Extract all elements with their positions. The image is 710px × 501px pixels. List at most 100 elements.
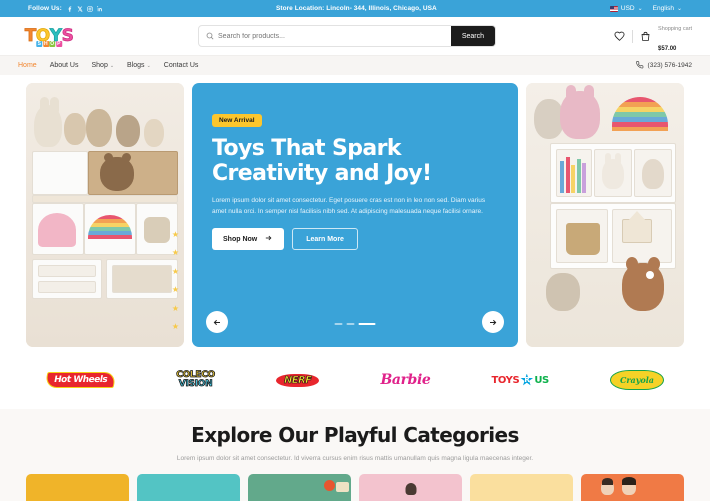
logo-sub-o: O <box>49 41 56 47</box>
cart-amount: $57.00 <box>658 46 677 52</box>
us-flag-icon <box>609 5 618 12</box>
hero-dot-3[interactable] <box>358 322 376 325</box>
nav-list: Home About Us Shop ⌄ Blogs ⌄ Contact Us <box>18 62 198 69</box>
nav-label: About Us <box>49 62 79 69</box>
hero-image-left: ★ ★ ★ ★ ★ ★ <box>26 83 184 347</box>
search-box[interactable]: Search <box>198 25 497 47</box>
hero-image-right <box>526 83 684 347</box>
star-icon: R <box>520 373 534 386</box>
language-selector[interactable]: English ⌄ <box>653 5 682 12</box>
shop-now-button[interactable]: Shop Now <box>212 228 285 251</box>
site-logo[interactable]: T O Y S S H O P <box>18 24 80 48</box>
hero-paragraph: Lorem ipsum dolor sit amet consectetur. … <box>212 196 486 215</box>
hero-next-button[interactable] <box>482 311 504 333</box>
nav-label: Home <box>18 62 37 69</box>
chevron-down-icon: ⌄ <box>676 6 682 12</box>
hero-pagination[interactable] <box>334 322 376 325</box>
brand-nerf[interactable]: NERF <box>276 367 320 393</box>
nav-item-about-us[interactable]: About Us <box>50 62 79 69</box>
toysrus-part-1: TOYS <box>491 374 520 386</box>
search-icon <box>206 27 214 45</box>
toysrus-part-3: US <box>534 374 549 386</box>
heart-icon[interactable] <box>614 31 625 42</box>
coleco-line-2: VISION <box>178 379 213 389</box>
instagram-icon[interactable] <box>87 5 93 12</box>
brand-hot-wheels[interactable]: Hot Wheels <box>44 367 117 393</box>
toysrus-part-2: R <box>524 376 530 384</box>
chevron-down-icon: ⌄ <box>146 62 151 69</box>
top-bar: Follow Us: Store Location: Lincoln- 344,… <box>0 0 710 17</box>
chevron-down-icon: ⌄ <box>109 62 115 69</box>
site-header: T O Y S S H O P Search Shopping c <box>0 17 710 55</box>
brand-toys-r-us[interactable]: TOYS R US <box>492 367 549 393</box>
hero-dot-2[interactable] <box>346 322 355 325</box>
linkedin-icon[interactable] <box>96 5 103 12</box>
follow-us-group: Follow Us: <box>10 5 103 12</box>
barbie-logo: Barbie <box>380 372 431 388</box>
shop-now-label: Shop Now <box>223 235 258 243</box>
category-card[interactable] <box>470 474 573 501</box>
category-cards-row <box>0 464 710 501</box>
brand-crayola[interactable]: Crayola <box>609 367 664 393</box>
nav-item-home[interactable]: Home <box>18 62 37 69</box>
x-twitter-icon[interactable] <box>77 6 83 12</box>
logo-subword: S H O P <box>36 41 62 47</box>
phone-number: (323) 576-1942 <box>647 62 692 69</box>
arrow-right-icon <box>264 234 273 244</box>
logo-sub-p: P <box>55 41 62 47</box>
hero-prev-button[interactable] <box>206 311 228 333</box>
hero-dot-1[interactable] <box>334 322 343 325</box>
topbar-right: USD ⌄ English ⌄ <box>609 5 700 12</box>
brand-coleco-vision[interactable]: COLECO VISION <box>176 367 216 393</box>
categories-section: Explore Our Playful Categories Lorem ips… <box>0 409 710 501</box>
follow-us-label: Follow Us: <box>28 5 62 12</box>
category-card[interactable] <box>581 474 684 501</box>
phone-icon <box>635 60 644 71</box>
cart-label: Shopping cart <box>658 26 692 32</box>
logo-letter-t: T <box>24 25 36 46</box>
header-phone[interactable]: (323) 576-1942 <box>635 60 692 71</box>
toy-shelf-illustration-right <box>526 83 684 347</box>
search-input[interactable] <box>218 32 451 40</box>
coleco-vision-logo: COLECO VISION <box>176 370 216 389</box>
currency-selector[interactable]: USD ⌄ <box>609 5 643 12</box>
logo-sub-s: S <box>36 41 43 47</box>
learn-more-button[interactable]: Learn More <box>292 228 358 251</box>
star-garland-left: ★ ★ ★ ★ ★ ★ <box>171 229 180 332</box>
logo-sub-h: H <box>42 41 49 47</box>
hero-buttons: Shop Now Learn More <box>212 228 498 251</box>
hero-badge: New Arrival <box>212 114 262 127</box>
nerf-logo: NERF <box>276 373 320 387</box>
categories-subtitle: Lorem ipsum dolor sit amet consectetur. … <box>176 455 534 462</box>
header-actions: Shopping cart $57.00 <box>614 16 692 56</box>
language-label: English <box>652 5 674 12</box>
toy-shelf-illustration-left: ★ ★ ★ ★ ★ ★ <box>26 83 184 347</box>
facebook-icon[interactable] <box>67 6 73 12</box>
nav-item-blogs[interactable]: Blogs ⌄ <box>127 62 151 69</box>
hot-wheels-logo: Hot Wheels <box>44 372 117 388</box>
cart-summary[interactable]: Shopping cart $57.00 <box>658 16 692 56</box>
hero-section: ★ ★ ★ ★ ★ ★ New Arrival Toys That Spark Creat… <box>0 75 710 347</box>
categories-heading: Explore Our Playful Categories <box>191 423 519 447</box>
shopping-bag-icon[interactable] <box>640 31 651 42</box>
category-card[interactable] <box>359 474 462 501</box>
nav-item-contact-us[interactable]: Contact Us <box>164 62 199 69</box>
hero-slide: New Arrival Toys That Spark Creativity a… <box>192 83 518 347</box>
crayola-logo: Crayola <box>609 370 664 390</box>
main-nav: Home About Us Shop ⌄ Blogs ⌄ Contact Us … <box>0 55 710 75</box>
brand-barbie[interactable]: Barbie <box>380 367 430 393</box>
store-location: Store Location: Lincoln- 344, Illinois, … <box>275 5 437 12</box>
social-links[interactable] <box>67 5 103 12</box>
chevron-down-icon: ⌄ <box>637 6 643 12</box>
divider <box>632 29 634 43</box>
search-area: Search <box>90 25 604 47</box>
category-card[interactable] <box>248 474 351 501</box>
currency-label: USD <box>620 5 635 12</box>
category-card[interactable] <box>137 474 240 501</box>
category-card[interactable] <box>26 474 129 501</box>
logo-letter-s: S <box>61 25 74 46</box>
nav-label: Contact Us <box>163 62 199 69</box>
search-button[interactable]: Search <box>450 26 496 46</box>
nav-item-shop[interactable]: Shop ⌄ <box>91 62 114 69</box>
brand-logos-row: Hot Wheels COLECO VISION NERF Barbie TOY… <box>0 347 710 409</box>
